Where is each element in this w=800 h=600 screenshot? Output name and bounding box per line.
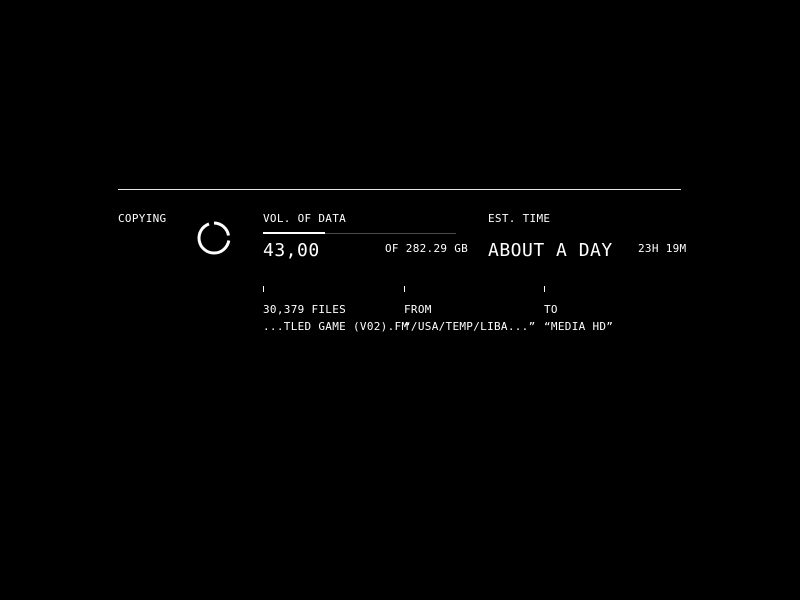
volume-progress-fill bbox=[263, 232, 325, 234]
volume-total: OF 282.29 GB bbox=[385, 242, 469, 255]
files-count: 30,379 FILES bbox=[263, 303, 347, 316]
volume-label: VOL. OF DATA bbox=[263, 212, 347, 225]
time-label: EST. TIME bbox=[488, 212, 551, 225]
to-label: TO bbox=[544, 303, 558, 316]
files-tick bbox=[263, 286, 264, 292]
from-tick bbox=[404, 286, 405, 292]
time-exact: 23H 19M bbox=[638, 242, 687, 255]
from-label: FROM bbox=[404, 303, 432, 316]
top-divider bbox=[118, 189, 681, 190]
volume-progress-bar bbox=[263, 232, 456, 234]
current-file-name: ...TLED GAME (V02).FM bbox=[263, 320, 409, 333]
spinner-icon bbox=[197, 221, 231, 255]
to-destination: “MEDIA HD” bbox=[544, 320, 614, 333]
volume-value: 43,00 bbox=[263, 240, 320, 261]
to-tick bbox=[544, 286, 545, 292]
from-path: “/USA/TEMP/LIBA...” bbox=[404, 320, 536, 333]
status-label: COPYING bbox=[118, 212, 167, 225]
time-value: ABOUT A DAY bbox=[488, 240, 613, 261]
